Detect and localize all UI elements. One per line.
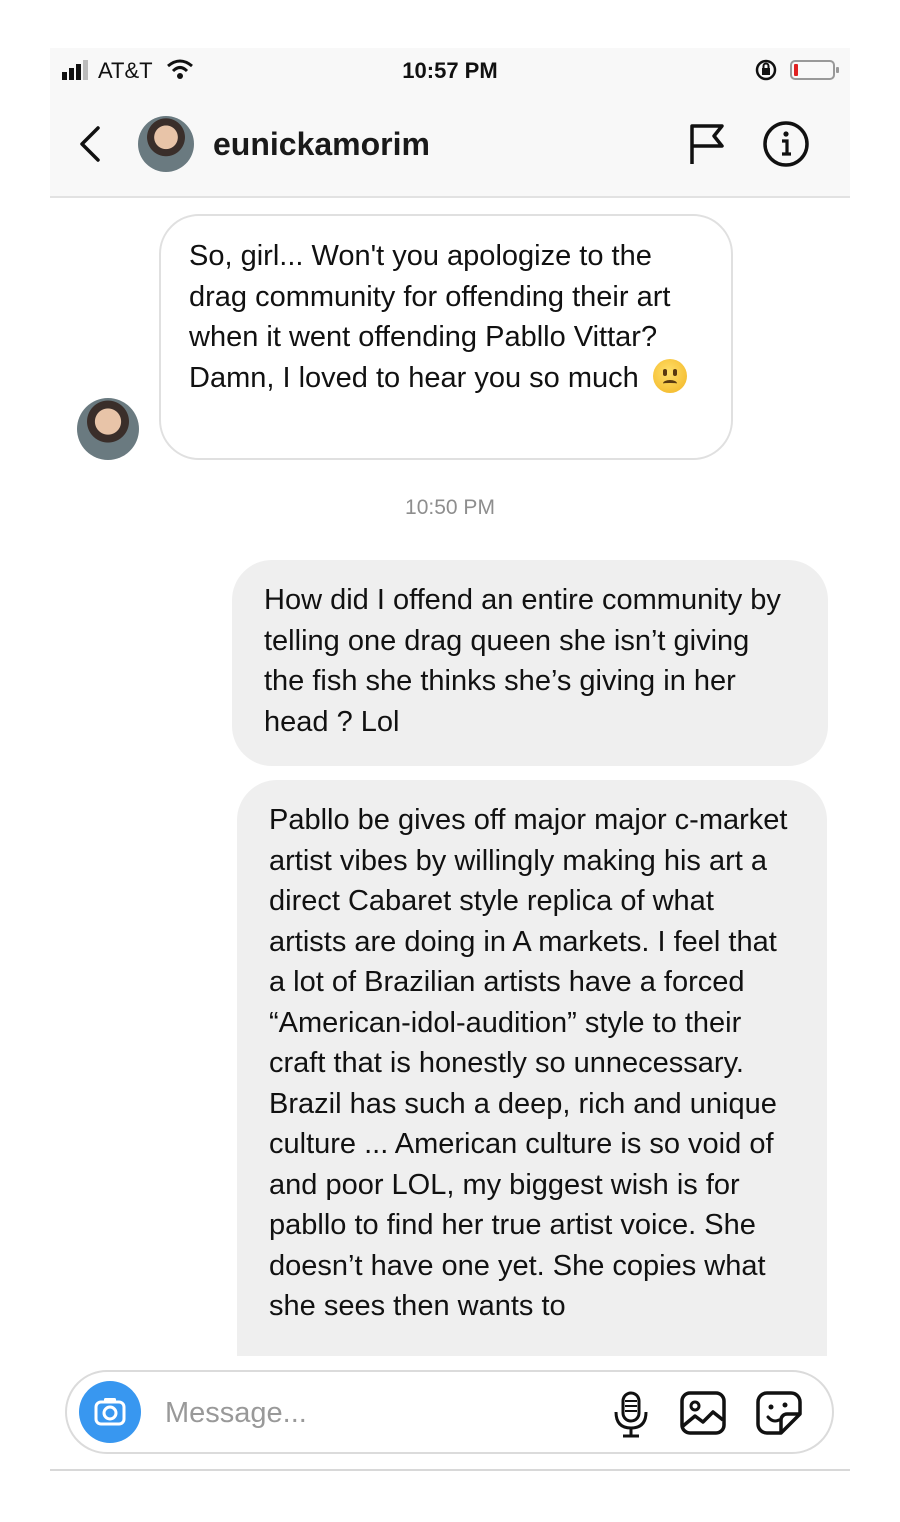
- rotation-lock-icon: [755, 59, 777, 81]
- message-timestamp: 10:50 PM: [405, 496, 495, 519]
- info-icon[interactable]: [762, 120, 810, 168]
- chat-username[interactable]: eunickamorim: [213, 126, 430, 163]
- microphone-icon[interactable]: [611, 1390, 651, 1438]
- message-composer: [65, 1370, 834, 1454]
- phone-screen: AT&T 10:57 PM eunickamorim So, girl... W…: [50, 48, 850, 1472]
- camera-icon: [94, 1398, 126, 1426]
- sent-message-bubble[interactable]: How did I offend an entire community by …: [232, 560, 828, 766]
- chat-header: eunickamorim: [50, 92, 850, 198]
- message-thread[interactable]: So, girl... Won't you apologize to the d…: [50, 198, 850, 1356]
- message-text: Pabllo be gives off major major c-market…: [269, 804, 788, 1322]
- sticker-icon[interactable]: [755, 1390, 803, 1436]
- status-time: 10:57 PM: [402, 58, 498, 83]
- camera-button[interactable]: [79, 1381, 141, 1443]
- gallery-icon[interactable]: [679, 1390, 727, 1436]
- received-message-bubble[interactable]: So, girl... Won't you apologize to the d…: [159, 214, 733, 460]
- avatar[interactable]: [138, 116, 194, 172]
- message-input[interactable]: [163, 1384, 587, 1442]
- battery-icon: [790, 60, 839, 80]
- home-divider: [50, 1469, 850, 1471]
- back-chevron-icon[interactable]: [76, 124, 104, 164]
- message-text: How did I offend an entire community by …: [264, 584, 781, 738]
- sent-message-bubble[interactable]: Pabllo be gives off major major c-market…: [237, 780, 827, 1356]
- status-bar: AT&T 10:57 PM: [50, 48, 850, 92]
- sender-avatar[interactable]: [77, 398, 139, 460]
- flag-icon[interactable]: [686, 122, 728, 166]
- frowning-face-emoji-icon: [652, 358, 687, 393]
- message-text: So, girl... Won't you apologize to the d…: [189, 240, 671, 394]
